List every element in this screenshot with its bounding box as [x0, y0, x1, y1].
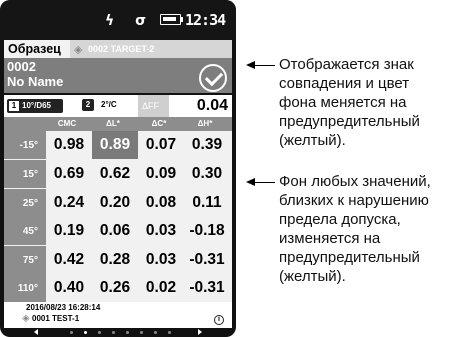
annotation-1-line-5: (желтый). — [279, 132, 346, 149]
angle-cell: 110° — [4, 274, 46, 302]
value-cell-warning: 0.89 — [92, 131, 138, 159]
table-row: 45° 0.19 0.06 0.03 -0.18 — [4, 217, 232, 245]
sample-header: 0002 No Name — [4, 58, 232, 93]
page-dot — [112, 331, 115, 334]
annotation-1-line-1: Отображается знак — [279, 56, 414, 73]
value-cell: 0.03 — [145, 222, 177, 239]
value-cell: 0.28 — [99, 251, 131, 268]
angle-cell: 45° — [4, 217, 46, 245]
condition-2-label: 2°/C — [101, 100, 117, 109]
value-cell: 0.19 — [53, 222, 85, 239]
value-cell: 0.06 — [99, 222, 131, 239]
target-diamond-icon: ◈ — [74, 44, 83, 56]
table-row: 75° 0.42 0.28 0.03 -0.31 — [4, 246, 232, 274]
annotation-2-line-2: близких к нарушению — [279, 192, 429, 209]
value-cell: 0.08 — [145, 194, 177, 211]
page-dot — [70, 331, 73, 334]
value-cell: -0.31 — [189, 251, 225, 268]
annotation-2-line-5: предупредительный — [279, 249, 420, 266]
annotation-1-line — [253, 65, 275, 66]
table-row: 110° 0.40 0.26 0.02 -0.31 — [4, 274, 232, 302]
results-table: CMC ΔL* ΔC* ΔH* -15° 0.98 0.89 0.07 0.39… — [4, 117, 232, 302]
table-header: CMC ΔL* ΔC* ΔH* — [4, 117, 232, 131]
prev-page-icon[interactable] — [34, 329, 38, 335]
table-row: -15° 0.98 0.89 0.07 0.39 — [4, 131, 232, 159]
battery-tip — [181, 17, 183, 22]
status-bar: ϟ σ 12:34 — [0, 0, 236, 40]
deff-value: 0.04 — [196, 97, 228, 114]
condition-1-label: 10°/D65 — [22, 101, 51, 110]
sample-name: No Name — [7, 74, 64, 89]
annotation-1: Отображается знак совпадения и цвет фона… — [279, 55, 462, 150]
page-dot — [168, 331, 171, 334]
value-cell: 0.98 — [53, 136, 85, 153]
value-cell: 0.42 — [53, 251, 85, 268]
page-dot — [98, 331, 101, 334]
value-cell: 0.11 — [192, 194, 222, 211]
value-cell: 0.09 — [145, 165, 177, 182]
value-cell: 0.26 — [99, 279, 131, 296]
value-cell: 0.39 — [191, 136, 223, 153]
measurement-date: 2016/08/23 16:28:14 — [26, 303, 101, 312]
test-diamond-icon: ◈ — [22, 313, 30, 324]
value-cell: 0.02 — [145, 279, 177, 296]
value-cell: 0.69 — [53, 165, 85, 182]
annotation-2: Фон любых значений, близких к нарушению … — [279, 172, 462, 286]
next-page-icon[interactable] — [198, 329, 202, 335]
page-dot-active — [84, 331, 87, 334]
tab-bar: Образец ◈ 0002 TARGET-2 — [4, 40, 232, 58]
status-icons: ϟ σ — [105, 13, 155, 29]
page-dot — [154, 331, 157, 334]
column-header: CMC — [57, 119, 77, 128]
angle-cell: -15° — [4, 131, 46, 159]
column-header: ΔH* — [197, 119, 213, 128]
info-icon[interactable]: i — [214, 315, 224, 325]
column-header: ΔC* — [151, 119, 167, 128]
annotation-1-line-4: предупредительный — [279, 113, 420, 130]
value-cell: 0.40 — [53, 279, 85, 296]
annotation-1-line-2: совпадения и цвет — [279, 75, 410, 92]
page-dot — [126, 331, 129, 334]
annotation-2-line-3: предела допуска, — [279, 211, 401, 228]
status-time: 12:34 — [185, 11, 226, 29]
value-cell: 0.62 — [99, 165, 131, 182]
value-cell: 0.30 — [191, 165, 223, 182]
angle-cell: 25° — [4, 189, 46, 217]
footer: 2016/08/23 16:28:14 ◈ 0001 TEST-1 i — [4, 302, 232, 328]
angle-cell: 75° — [4, 246, 46, 274]
page-indicator — [0, 328, 236, 337]
annotation-1-line-3: фона меняется на — [279, 94, 407, 111]
table-row: 25° 0.24 0.20 0.08 0.11 — [4, 189, 232, 217]
value-cell: -0.18 — [189, 222, 225, 239]
annotation-2-line-1: Фон любых значений, — [279, 173, 431, 190]
condition-1-number: 1 — [9, 101, 19, 111]
tab-target[interactable]: 0002 TARGET-2 — [88, 44, 154, 54]
annotation-2-line — [253, 182, 275, 183]
value-cell: 0.07 — [145, 136, 177, 153]
value-cell: 0.20 — [99, 194, 131, 211]
tab-sample[interactable]: Образец — [4, 40, 70, 58]
table-row: 15° 0.69 0.62 0.09 0.30 — [4, 160, 232, 188]
device-screen: ϟ σ 12:34 Образец ◈ 0002 TARGET-2 0002 N… — [0, 0, 236, 337]
condition-2-number[interactable]: 2 — [82, 99, 94, 111]
annotation-2-line-6: (желтый). — [279, 268, 346, 285]
value-cell: 0.03 — [145, 251, 177, 268]
angle-cell: 15° — [4, 160, 46, 188]
page-dot — [140, 331, 143, 334]
value-cell: 0.24 — [53, 194, 85, 211]
condition-1[interactable]: 1 10°/D65 — [7, 99, 63, 113]
deff-label: ΔFF — [138, 95, 169, 117]
column-header: ΔL* — [106, 119, 120, 128]
battery-icon — [160, 14, 181, 25]
annotation-2-line-4: изменяется на — [279, 230, 381, 247]
value-cell: -0.31 — [189, 279, 225, 296]
sample-number: 0002 — [7, 59, 36, 74]
conditions-row: 1 10°/D65 2 2°/C ΔFF 0.04 — [4, 95, 232, 117]
pass-check-icon — [199, 64, 227, 92]
test-name: 0001 TEST-1 — [32, 314, 80, 323]
